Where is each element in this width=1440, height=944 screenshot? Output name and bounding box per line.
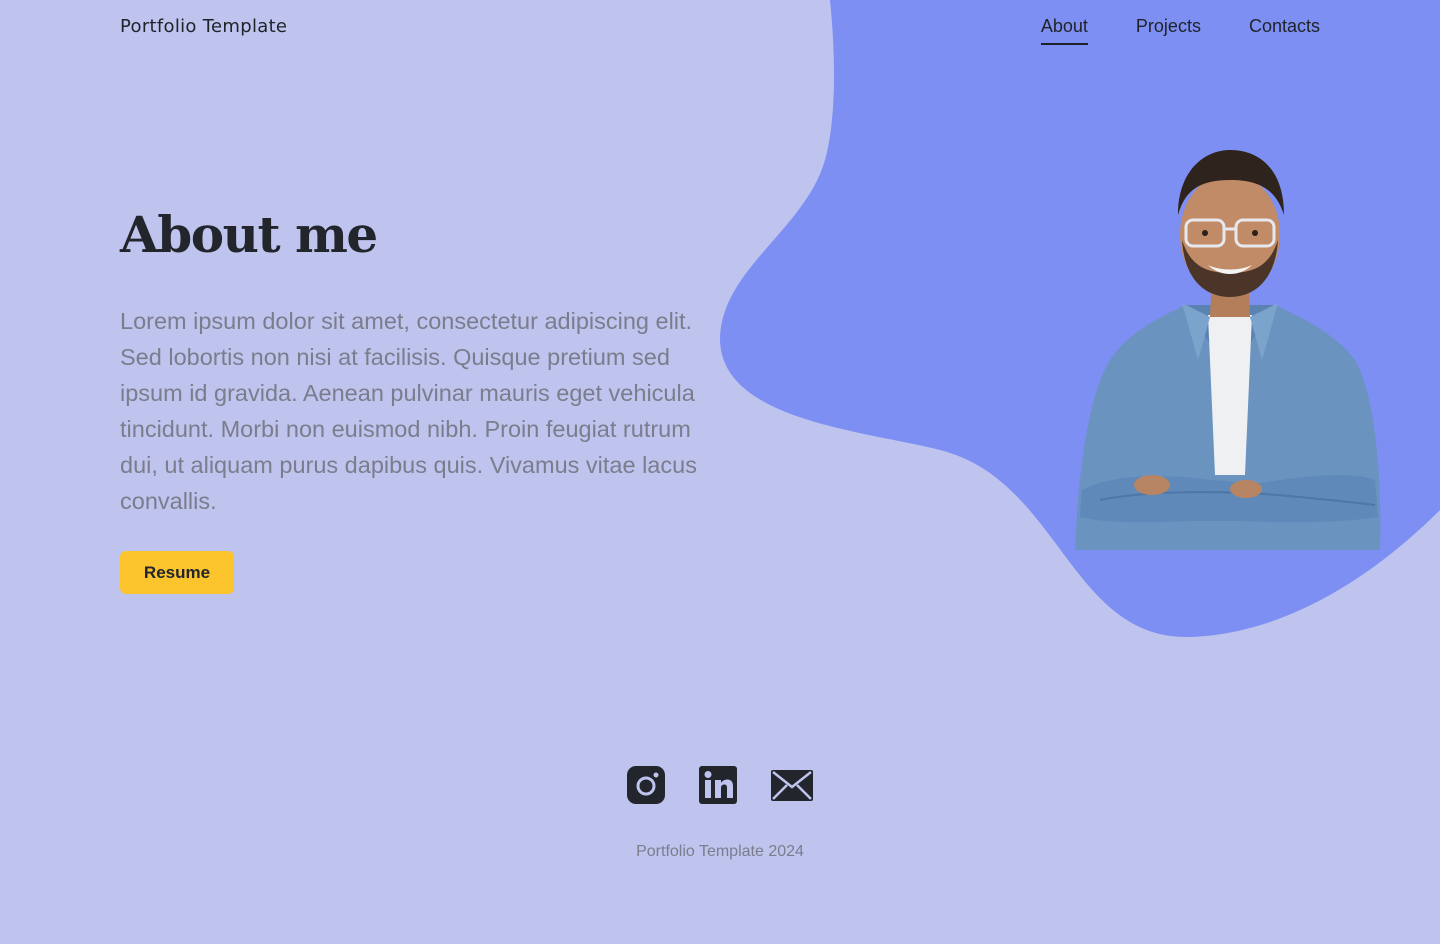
resume-button[interactable]: Resume bbox=[120, 551, 234, 594]
instagram-icon[interactable] bbox=[626, 765, 666, 805]
social-links bbox=[0, 765, 1440, 805]
nav-item-projects[interactable]: Projects bbox=[1136, 16, 1201, 45]
main-nav: About Projects Contacts bbox=[1040, 16, 1320, 45]
page-title: About me bbox=[120, 205, 378, 264]
brand-logo[interactable]: Portfolio Template bbox=[120, 16, 287, 37]
nav-item-about[interactable]: About bbox=[1040, 16, 1088, 45]
nav-item-contacts[interactable]: Contacts bbox=[1249, 16, 1320, 45]
footer-copyright: Portfolio Template 2024 bbox=[636, 843, 804, 860]
bio-paragraph: Lorem ipsum dolor sit amet, consectetur … bbox=[120, 308, 697, 514]
linkedin-icon[interactable] bbox=[698, 765, 738, 805]
profile-photo bbox=[1075, 150, 1381, 550]
mail-icon[interactable] bbox=[770, 765, 814, 805]
